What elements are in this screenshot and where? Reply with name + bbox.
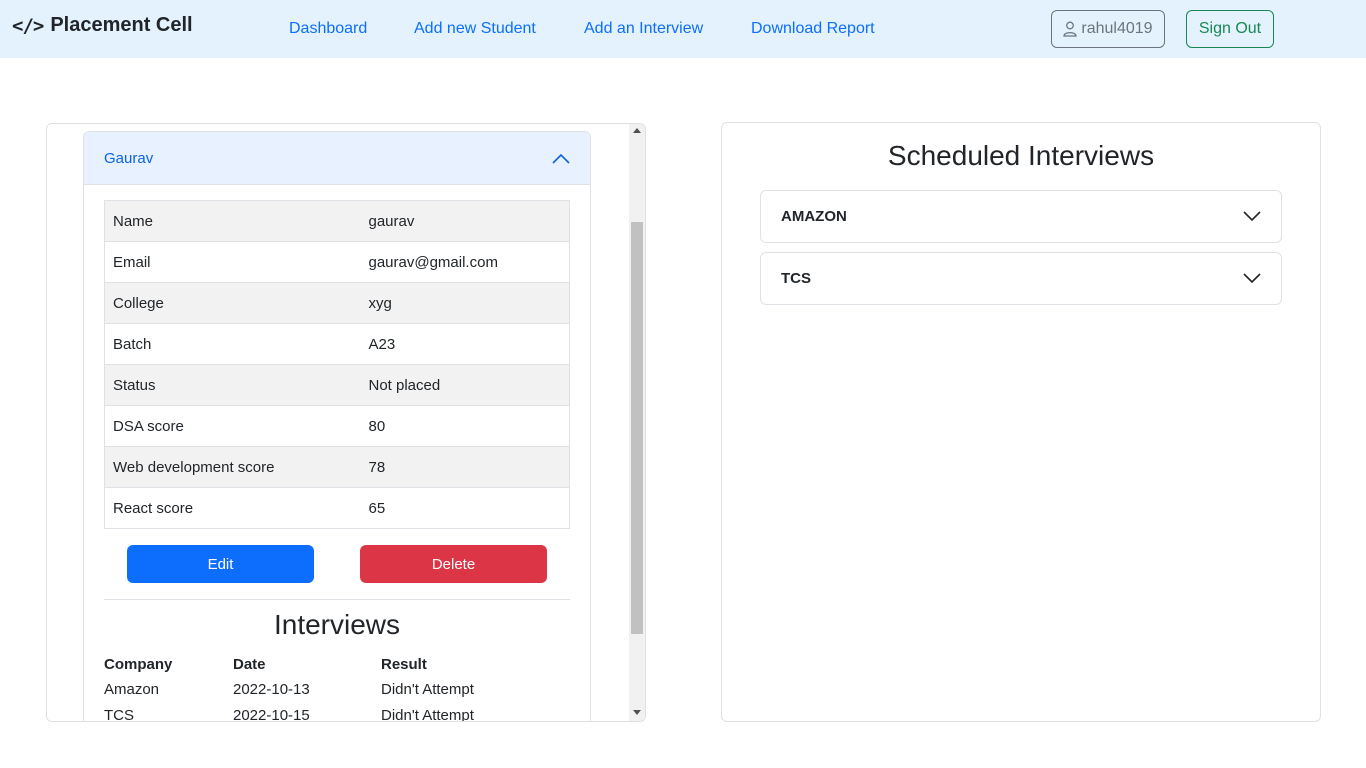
company-name: AMAZON xyxy=(781,208,847,225)
chevron-down-icon xyxy=(1243,211,1261,222)
table-row: Name gaurav xyxy=(104,200,570,242)
detail-value: gaurav@gmail.com xyxy=(360,241,570,283)
scheduled-interviews-panel: Scheduled Interviews AMAZON TCS xyxy=(721,122,1321,722)
scroll-up-arrow-icon[interactable] xyxy=(633,128,641,133)
navbar: </> Placement Cell Dashboard Add new Stu… xyxy=(0,0,1366,58)
delete-button[interactable]: Delete xyxy=(360,545,547,583)
detail-value: xyg xyxy=(360,282,570,324)
nav-link-add-student[interactable]: Add new Student xyxy=(414,20,536,38)
detail-value: A23 xyxy=(360,323,570,365)
detail-key: Status xyxy=(104,364,361,406)
scheduled-interviews-title: Scheduled Interviews xyxy=(887,140,1155,171)
detail-key: Email xyxy=(104,241,361,283)
chevron-up-icon xyxy=(552,153,570,164)
table-row: Email gaurav@gmail.com xyxy=(104,241,570,283)
detail-value: 65 xyxy=(360,487,570,529)
company-accordion-tcs[interactable]: TCS xyxy=(760,252,1282,305)
student-details-table: Name gaurav Email gaurav@gmail.com College… xyxy=(104,200,570,529)
code-icon: </> xyxy=(12,14,44,37)
chevron-down-icon xyxy=(1243,273,1261,284)
username-label: rahul4019 xyxy=(1081,20,1153,37)
column-header-company: Company xyxy=(104,655,173,673)
detail-value: 78 xyxy=(360,446,570,488)
user-button[interactable]: rahul4019 xyxy=(1051,10,1165,48)
table-row: Web development score 78 xyxy=(104,446,570,488)
column-header-date: Date xyxy=(233,655,266,673)
table-header-row: Company Date Result xyxy=(104,652,541,676)
nav-link-add-interview[interactable]: Add an Interview xyxy=(584,20,703,38)
scrollbar[interactable] xyxy=(629,124,645,721)
interview-company: Amazon xyxy=(104,680,160,698)
student-accordion-item: Gaurav Name gaurav Email gaurav@gmail.com … xyxy=(83,131,591,721)
detail-value: Not placed xyxy=(360,364,570,406)
company-accordion-amazon[interactable]: AMAZON xyxy=(760,190,1282,243)
detail-key: React score xyxy=(104,487,361,529)
sign-out-button[interactable]: Sign Out xyxy=(1186,10,1274,48)
brand-title: Placement Cell xyxy=(50,14,193,36)
column-header-result: Result xyxy=(381,655,427,673)
brand[interactable]: </> Placement Cell xyxy=(12,14,193,37)
table-row: Batch A23 xyxy=(104,323,570,365)
detail-key: Name xyxy=(104,200,361,242)
interview-date: 2022-10-13 xyxy=(233,680,310,698)
table-row: DSA score 80 xyxy=(104,405,570,447)
interviews-heading: Interviews xyxy=(273,609,401,640)
person-icon xyxy=(1063,21,1078,37)
interview-date: 2022-10-15 xyxy=(233,706,310,722)
divider xyxy=(104,599,570,600)
detail-key: Batch xyxy=(104,323,361,365)
scroll-down-arrow-icon[interactable] xyxy=(633,710,641,715)
detail-value: 80 xyxy=(360,405,570,447)
table-row: College xyg xyxy=(104,282,570,324)
table-row: TCS 2022-10-15 Didn't Attempt xyxy=(104,702,541,722)
student-accordion-header[interactable]: Gaurav xyxy=(84,132,590,185)
student-name-header: Gaurav xyxy=(104,149,154,167)
detail-key: College xyxy=(104,282,361,324)
interview-company: TCS xyxy=(104,706,134,722)
edit-button[interactable]: Edit xyxy=(127,545,314,583)
nav-link-download-report[interactable]: Download Report xyxy=(751,20,875,38)
student-interviews-table: Company Date Result Amazon 2022-10-13 Di… xyxy=(104,652,541,722)
table-row: Status Not placed xyxy=(104,364,570,406)
company-name: TCS xyxy=(781,270,811,287)
nav-link-dashboard[interactable]: Dashboard xyxy=(289,20,367,38)
interview-result: Didn't Attempt xyxy=(381,706,474,722)
scrollbar-thumb[interactable] xyxy=(631,222,643,634)
table-row: Amazon 2022-10-13 Didn't Attempt xyxy=(104,676,541,702)
detail-value: gaurav xyxy=(360,200,570,242)
detail-key: DSA score xyxy=(104,405,361,447)
detail-key: Web development score xyxy=(104,446,361,488)
table-row: React score 65 xyxy=(104,487,570,529)
students-panel: Gaurav Name gaurav Email gaurav@gmail.com … xyxy=(46,123,646,722)
interview-result: Didn't Attempt xyxy=(381,680,474,698)
students-scroll-area: Gaurav Name gaurav Email gaurav@gmail.com … xyxy=(47,124,629,721)
